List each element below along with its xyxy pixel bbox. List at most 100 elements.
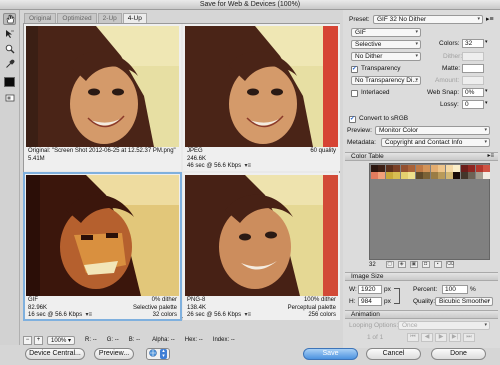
eyedropper-color-swatch[interactable]	[4, 77, 15, 87]
reduction-select[interactable]: Selective ▾	[351, 40, 421, 49]
done-button[interactable]: Done	[431, 348, 486, 360]
color-swatch[interactable]	[400, 172, 408, 179]
height-input[interactable]: 984	[358, 297, 382, 306]
lossy-stepper[interactable]: ▾	[485, 100, 488, 106]
pane-menu-icon[interactable]: ▾≡	[243, 312, 251, 318]
pane-menu-icon[interactable]: ▾≡	[84, 312, 92, 318]
color-swatch[interactable]	[415, 164, 423, 172]
color-swatch[interactable]	[468, 164, 475, 172]
cancel-button[interactable]: Cancel	[366, 348, 421, 360]
dither-algorithm-select[interactable]: No Dither ▾	[351, 52, 421, 61]
quality-label: Quality:	[413, 298, 436, 305]
preview-pane-jpeg[interactable]: JPEG 246.6K 46 sec @ 56.6 Kbps ▾≡ 60 qua…	[183, 24, 340, 171]
color-swatch[interactable]	[445, 172, 453, 179]
zoom-level-select[interactable]: 100% ▾	[47, 335, 76, 345]
convert-srgb-checkbox[interactable]: ✓	[349, 116, 356, 123]
colors-input[interactable]: 32	[462, 39, 484, 48]
g-label: G:	[106, 337, 114, 343]
color-swatch[interactable]	[460, 164, 468, 172]
slice-visibility-icon[interactable]	[3, 92, 16, 104]
color-swatch[interactable]	[393, 164, 400, 172]
width-input[interactable]: 1920	[358, 285, 382, 294]
preview-pane-gif[interactable]: GIF 82.96K 16 sec @ 56.6 Kbps ▾≡ 0% dith…	[23, 172, 182, 321]
eyedropper-icon[interactable]	[3, 58, 16, 70]
color-swatch[interactable]	[370, 164, 378, 172]
color-swatch[interactable]	[378, 172, 385, 179]
play-button: ▶	[435, 333, 447, 342]
web-snap-input[interactable]: 0%	[462, 88, 484, 97]
pane-caption-line1-right: 60 quality	[310, 148, 336, 154]
device-central-button[interactable]: Device Central...	[25, 348, 85, 360]
pane-menu-icon[interactable]: ▾≡	[243, 163, 251, 169]
delete-color-icon[interactable]: ⌫	[445, 261, 454, 268]
color-swatch[interactable]	[438, 172, 445, 179]
color-swatch[interactable]	[460, 172, 468, 179]
preview-pane-png8[interactable]: PNG-8 138.4K 26 sec @ 56.6 Kbps ▾≡ 100% …	[183, 173, 340, 320]
color-swatch[interactable]	[483, 164, 490, 172]
percent-input[interactable]: 100	[442, 285, 468, 294]
lossy-label: Lossy:	[440, 101, 459, 108]
colors-stepper[interactable]: ▾	[485, 39, 488, 45]
color-swatch[interactable]	[430, 164, 438, 172]
interlaced-checkbox[interactable]	[351, 90, 358, 97]
image-size-header: Image Size	[345, 272, 498, 281]
transparency-checkbox[interactable]: ✓	[351, 66, 358, 73]
color-count: 32	[369, 261, 376, 268]
preview-button[interactable]: Preview...	[94, 348, 134, 360]
lock-color-icon[interactable]: ▣	[409, 261, 418, 268]
quality-select[interactable]: Bicubic Smoother ▾	[435, 297, 493, 306]
zoom-tool-icon[interactable]	[3, 43, 16, 55]
color-swatch[interactable]	[385, 172, 393, 179]
tab-4-up[interactable]: 4-Up	[122, 13, 147, 23]
color-swatch[interactable]	[475, 164, 483, 172]
color-swatch[interactable]	[415, 172, 423, 179]
color-swatch[interactable]	[438, 164, 445, 172]
link-chain-icon[interactable]	[394, 288, 400, 304]
color-swatch[interactable]	[453, 172, 460, 179]
index-label: Index:	[212, 337, 230, 343]
map-to-transparent-icon[interactable]: ▢	[385, 261, 394, 268]
color-swatch[interactable]	[370, 172, 378, 179]
hand-tool-icon[interactable]	[3, 13, 16, 25]
color-swatch[interactable]	[483, 172, 490, 179]
preset-select[interactable]: GIF 32 No Dither ▾	[373, 15, 483, 24]
preview-pane-original[interactable]: Original: "Screen Shot 2012-06-25 at 12.…	[24, 24, 181, 171]
tab-2-up[interactable]: 2-Up	[97, 13, 122, 23]
color-swatch[interactable]	[400, 164, 408, 172]
optimize-menu-icon[interactable]: ▸≡	[486, 15, 494, 23]
color-swatch[interactable]	[408, 164, 415, 172]
color-swatch[interactable]	[393, 172, 400, 179]
zoom-in-button[interactable]: +	[34, 335, 43, 345]
slice-select-icon[interactable]	[3, 28, 16, 40]
color-swatch[interactable]	[468, 172, 475, 179]
color-swatch[interactable]	[453, 164, 460, 172]
color-swatch[interactable]	[423, 164, 430, 172]
matte-select[interactable]	[462, 64, 484, 73]
color-swatch[interactable]	[408, 172, 415, 179]
web-snap-stepper[interactable]: ▾	[485, 88, 488, 94]
tab-optimized[interactable]: Optimized	[57, 13, 97, 23]
metadata-value: Copyright and Contact Info	[385, 139, 463, 146]
lossy-input[interactable]: 0	[462, 100, 484, 109]
metadata-select[interactable]: Copyright and Contact Info ▾	[381, 138, 490, 147]
zoom-out-button[interactable]: −	[23, 335, 32, 345]
lock-icon[interactable]: ◘	[421, 261, 430, 268]
format-select[interactable]: GIF ▾	[351, 28, 421, 37]
new-color-icon[interactable]: ▪	[433, 261, 442, 268]
color-swatch[interactable]	[445, 164, 453, 172]
color-swatch[interactable]	[430, 172, 438, 179]
color-table-menu-icon[interactable]: ▸≡	[487, 153, 494, 161]
pane-caption-line2-right: Selective palette	[132, 304, 177, 311]
colors-label: Colors:	[439, 40, 460, 47]
web-shift-icon[interactable]: ◈	[397, 261, 406, 268]
tab-original[interactable]: Original	[24, 13, 57, 23]
color-swatch[interactable]	[385, 164, 393, 172]
color-swatch[interactable]	[423, 172, 430, 179]
preview-select[interactable]: Monitor Color ▾	[375, 126, 490, 135]
browser-select[interactable]: ▴ ▾	[146, 348, 170, 360]
transparency-dither-select[interactable]: No Transparency Di... ▾	[351, 76, 421, 85]
amount-label: Amount:	[435, 77, 460, 84]
color-swatch[interactable]	[475, 172, 483, 179]
color-swatch[interactable]	[378, 164, 385, 172]
save-button[interactable]: Save	[303, 348, 358, 360]
